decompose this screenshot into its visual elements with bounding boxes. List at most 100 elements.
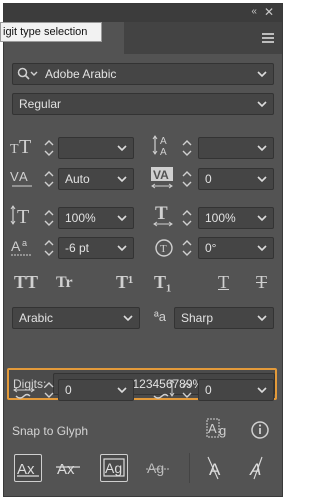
chevron-down-icon[interactable] bbox=[256, 98, 268, 110]
rotate-icon: T bbox=[154, 237, 176, 259]
language-value: Arabic bbox=[19, 311, 54, 325]
tracking-value: 0 bbox=[205, 172, 212, 186]
superscript-button[interactable]: T¹ bbox=[116, 272, 133, 293]
leading-icon: AA bbox=[152, 133, 174, 157]
baseline-shift-field[interactable]: -6 pt bbox=[58, 237, 134, 259]
svg-text:a: a bbox=[22, 238, 27, 248]
kerning-value: Auto bbox=[65, 172, 90, 186]
kerning-field[interactable]: Auto bbox=[58, 168, 134, 190]
diacritic-x-stepper[interactable] bbox=[42, 379, 56, 401]
svg-text:T: T bbox=[19, 136, 31, 155]
snap-angular-guides-button[interactable]: A bbox=[204, 454, 232, 482]
svg-text:A: A bbox=[11, 238, 21, 254]
svg-text:A: A bbox=[19, 169, 28, 184]
svg-text:Ag: Ag bbox=[105, 460, 122, 476]
diacritic-x-icon bbox=[12, 376, 38, 402]
snap-anchor-point-button[interactable]: A bbox=[244, 454, 272, 482]
tracking-stepper[interactable] bbox=[180, 168, 194, 190]
strikethrough-button[interactable]: T bbox=[256, 272, 267, 293]
underline-button[interactable]: T bbox=[218, 272, 229, 293]
snap-proximity-guides-button[interactable]: Ag bbox=[144, 454, 172, 482]
horizontal-scale-stepper[interactable] bbox=[180, 207, 194, 229]
chevron-down-icon[interactable] bbox=[256, 242, 268, 254]
chevron-down-icon[interactable] bbox=[256, 68, 268, 80]
panel-menu-icon[interactable] bbox=[262, 33, 274, 43]
vertical-scale-stepper[interactable] bbox=[42, 207, 56, 229]
leading-stepper[interactable] bbox=[180, 137, 194, 159]
kerning-icon: VA bbox=[10, 167, 36, 189]
search-icon bbox=[17, 67, 39, 81]
font-style-field[interactable]: Regular bbox=[12, 93, 274, 115]
anti-alias-dropdown[interactable]: Sharp bbox=[174, 307, 274, 329]
divider bbox=[189, 453, 190, 483]
svg-text:T: T bbox=[155, 203, 168, 224]
font-style-value: Regular bbox=[19, 97, 62, 111]
vertical-scale-icon: T bbox=[10, 204, 36, 226]
info-icon[interactable] bbox=[250, 420, 270, 440]
svg-text:g: g bbox=[219, 423, 226, 438]
chevron-down-icon[interactable] bbox=[256, 212, 268, 224]
chevron-down-icon[interactable] bbox=[122, 312, 134, 324]
svg-text:A: A bbox=[160, 136, 167, 147]
snap-x-height-button[interactable]: Ax bbox=[54, 454, 82, 482]
chevron-down-icon[interactable] bbox=[116, 173, 128, 185]
chevron-down-icon[interactable] bbox=[116, 384, 128, 396]
svg-text:T: T bbox=[17, 206, 29, 226]
svg-text:V: V bbox=[10, 169, 19, 184]
leading-field[interactable] bbox=[198, 137, 274, 159]
diacritic-y-value: 0 bbox=[205, 383, 212, 397]
svg-text:T: T bbox=[160, 243, 167, 255]
svg-text:A: A bbox=[160, 147, 167, 157]
collapse-panel-icon[interactable]: ‹‹ bbox=[251, 6, 257, 17]
small-caps-button[interactable]: Tr bbox=[56, 274, 73, 292]
diacritic-y-stepper[interactable] bbox=[180, 379, 194, 401]
snap-baseline-button[interactable]: Ax bbox=[14, 454, 42, 482]
svg-text:VA: VA bbox=[153, 168, 169, 182]
font-family-value: Adobe Arabic bbox=[45, 67, 117, 81]
anti-alias-value: Sharp bbox=[181, 311, 214, 325]
diacritic-y-field[interactable]: 0 bbox=[198, 379, 274, 401]
rotation-value: 0° bbox=[205, 241, 217, 255]
kerning-stepper[interactable] bbox=[42, 168, 56, 190]
close-panel-icon[interactable]: ✕ bbox=[264, 5, 274, 19]
subscript-button[interactable]: T₁ bbox=[154, 272, 171, 293]
chevron-down-icon[interactable] bbox=[116, 242, 128, 254]
chevron-down-icon[interactable] bbox=[256, 384, 268, 396]
diacritic-x-field[interactable]: 0 bbox=[58, 379, 134, 401]
panel-title-bar: ‹‹ ✕ bbox=[4, 4, 282, 22]
font-family-field[interactable]: Adobe Arabic bbox=[12, 63, 274, 85]
svg-text:Ag: Ag bbox=[147, 460, 164, 476]
horizontal-scale-field[interactable]: 100% bbox=[198, 207, 274, 229]
all-caps-button[interactable]: TT bbox=[14, 272, 38, 293]
snap-to-glyph-label: Snap to Glyph bbox=[12, 424, 89, 438]
chevron-down-icon[interactable] bbox=[116, 212, 128, 224]
font-size-icon: TT bbox=[10, 135, 36, 155]
chevron-down-icon[interactable] bbox=[256, 142, 268, 154]
vertical-scale-value: 100% bbox=[65, 211, 96, 225]
svg-text:Ax: Ax bbox=[57, 461, 75, 478]
chevron-down-icon[interactable] bbox=[256, 312, 268, 324]
snap-glyph-bounds-button[interactable]: Ag bbox=[100, 454, 128, 482]
svg-text:T: T bbox=[10, 142, 19, 155]
font-size-stepper[interactable] bbox=[42, 137, 56, 159]
rotation-field[interactable]: 0° bbox=[198, 237, 274, 259]
tracking-field[interactable]: 0 bbox=[198, 168, 274, 190]
baseline-shift-stepper[interactable] bbox=[42, 237, 56, 259]
language-dropdown[interactable]: Arabic bbox=[12, 307, 140, 329]
baseline-shift-value: -6 pt bbox=[65, 241, 90, 255]
anti-alias-icon: ªa bbox=[154, 309, 167, 324]
svg-text:A: A bbox=[208, 421, 217, 436]
chevron-down-icon[interactable] bbox=[256, 173, 268, 185]
rotation-stepper[interactable] bbox=[180, 237, 194, 259]
character-panel: ‹‹ ✕ Adobe Arabic Regular TT AA V A Auto… bbox=[3, 3, 283, 497]
tooltip: igit type selection bbox=[0, 22, 102, 42]
diacritic-x-value: 0 bbox=[65, 383, 72, 397]
diacritic-y-icon bbox=[152, 376, 178, 402]
horizontal-scale-icon: T bbox=[152, 203, 178, 227]
horizontal-scale-value: 100% bbox=[205, 211, 236, 225]
tracking-icon: VA bbox=[150, 166, 176, 190]
chevron-down-icon[interactable] bbox=[116, 142, 128, 154]
vertical-scale-field[interactable]: 100% bbox=[58, 207, 134, 229]
font-size-field[interactable] bbox=[58, 137, 134, 159]
glyph-preview-icon[interactable]: Ag bbox=[206, 418, 232, 442]
